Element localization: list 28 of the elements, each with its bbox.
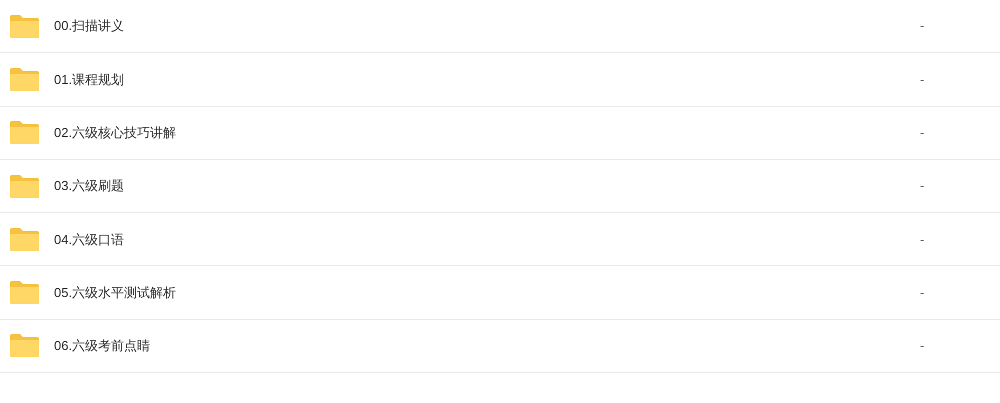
folder-icon [9, 280, 40, 306]
folder-row[interactable]: 04.六级口语 - [0, 213, 1000, 266]
file-size: - [920, 70, 926, 89]
folder-name: 02.六级核心技巧讲解 [54, 124, 178, 142]
folder-row[interactable]: 00.扫描讲义 - [0, 0, 1000, 54]
file-size: - [920, 17, 926, 36]
folder-icon [9, 174, 40, 199]
file-size: - [920, 177, 926, 196]
folder-row[interactable]: 02.六级核心技巧讲解 - [0, 106, 1000, 160]
folder-name: 04.六级口语 [54, 230, 126, 249]
folder-row[interactable]: 03.六级刷题 - [0, 160, 1000, 214]
folder-name: 06.六级考前点睛 [54, 337, 152, 356]
folder-name: 03.六级刷题 [54, 177, 126, 196]
file-size: - [920, 230, 926, 249]
folder-row[interactable]: 01.课程规划 - [0, 53, 1000, 107]
folder-row[interactable]: 05.六级水平测试解析 - [0, 266, 1000, 320]
file-size: - [920, 337, 926, 356]
folder-name: 01.课程规划 [54, 70, 126, 89]
file-size: - [920, 284, 926, 302]
folder-icon [9, 333, 40, 358]
folder-name: 00.扫描讲义 [54, 17, 126, 36]
folder-row[interactable]: 06.六级考前点睛 - [0, 320, 1000, 374]
folder-icon [9, 120, 40, 146]
folder-icon [9, 66, 40, 92]
folder-icon [9, 14, 40, 39]
folder-name: 05.六级水平测试解析 [54, 284, 178, 302]
folder-icon [9, 226, 40, 252]
file-size: - [920, 124, 926, 142]
